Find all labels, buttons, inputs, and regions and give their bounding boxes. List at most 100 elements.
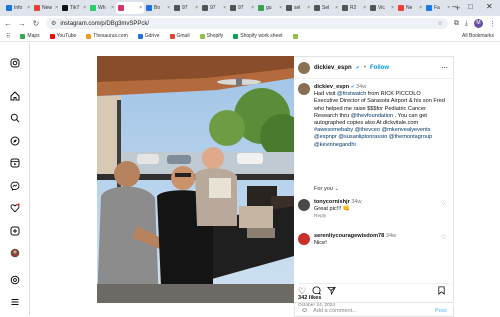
browser-tab[interactable]: TikT ×	[60, 2, 88, 14]
bookmark-favicon-icon	[49, 33, 55, 39]
bookmark-star-icon[interactable]: ☆	[438, 20, 443, 27]
notifications-icon[interactable]	[9, 202, 21, 214]
bookmark-item[interactable]: Thesaurus.com	[86, 33, 128, 39]
instagram-logo-icon[interactable]	[9, 57, 21, 69]
search-icon[interactable]	[9, 112, 21, 124]
post-comment-button[interactable]: Post	[435, 308, 447, 314]
bookmark-item[interactable]: Gdrive	[137, 33, 160, 39]
tab-label: sel	[294, 5, 301, 11]
browser-tab[interactable]: Fa ×	[424, 2, 452, 14]
share-icon[interactable]	[327, 286, 336, 297]
threads-icon[interactable]	[9, 274, 21, 286]
tab-favicon-icon	[62, 5, 68, 11]
add-comment-input[interactable]: Add a comment...	[313, 308, 357, 314]
tab-close-icon[interactable]: ×	[251, 5, 254, 11]
tab-close-icon[interactable]: ×	[335, 5, 338, 11]
tab-close-icon[interactable]: ×	[55, 5, 58, 11]
follow-button[interactable]: Follow	[370, 65, 389, 71]
tab-close-icon[interactable]: ×	[83, 5, 86, 11]
save-icon[interactable]	[437, 286, 446, 297]
tab-close-icon[interactable]: ×	[447, 5, 450, 11]
caption-username[interactable]: dickiev_espn	[314, 84, 349, 90]
commenter-avatar[interactable]	[298, 233, 310, 245]
bookmark-item[interactable]: Shopify work sheet	[233, 33, 283, 39]
more-options-icon[interactable]: ⋯	[441, 64, 448, 72]
menu-icon[interactable]	[9, 296, 21, 308]
bookmark-label: YouTube	[56, 33, 77, 39]
bookmark-item[interactable]: Gmail	[169, 33, 190, 39]
forward-icon[interactable]: →	[18, 19, 26, 28]
author-avatar[interactable]	[298, 61, 310, 74]
for-you-label[interactable]: For you ⌄	[314, 186, 339, 192]
comment-username[interactable]: tonycornishjr	[314, 199, 350, 205]
tab-favicon-icon	[398, 5, 404, 11]
messenger-icon[interactable]	[9, 180, 21, 192]
bookmark-item[interactable]	[292, 33, 300, 39]
mention-link[interactable]: @firstwatch	[337, 91, 366, 97]
reload-icon[interactable]: ↻	[32, 19, 40, 28]
more-menu-icon[interactable]: ⋮	[489, 20, 496, 28]
browser-tab[interactable]: ×	[116, 2, 144, 14]
tab-close-icon[interactable]: ×	[167, 5, 170, 11]
tab-close-icon[interactable]: ×	[195, 5, 198, 11]
home-icon[interactable]	[9, 90, 21, 102]
browser-tab[interactable]: R2 ×	[340, 2, 368, 14]
extensions-icon[interactable]: ⧉	[454, 20, 459, 28]
back-icon[interactable]: ←	[4, 19, 12, 28]
likes-count[interactable]: 342 likes	[298, 295, 321, 301]
tab-close-icon[interactable]: ×	[27, 5, 30, 11]
browser-tab[interactable]: Vic ×	[368, 2, 396, 14]
profile-icon[interactable]	[9, 247, 21, 259]
tab-favicon-icon	[202, 5, 208, 11]
bookmark-item[interactable]: Maps	[20, 33, 40, 39]
mention-link[interactable]: @thevfoundation	[351, 113, 393, 119]
browser-tab[interactable]: sel ×	[284, 2, 312, 14]
browser-tab[interactable]: 97 ×	[200, 2, 228, 14]
tab-close-icon[interactable]: ×	[307, 5, 310, 11]
profile-avatar[interactable]: M	[474, 19, 483, 28]
close-window-icon[interactable]: ✕	[486, 2, 493, 11]
tab-close-icon[interactable]: ×	[419, 5, 422, 11]
browser-tab[interactable]: gu ×	[256, 2, 284, 14]
like-comment-icon[interactable]: ♡	[441, 235, 446, 242]
address-bar[interactable]: ⚙ instagram.com/p/DBg3mvSPPck/ ☆	[46, 18, 448, 29]
caption-avatar[interactable]	[298, 83, 310, 95]
all-bookmarks-button[interactable]: All Bookmarks	[462, 33, 494, 39]
tab-close-icon[interactable]: ×	[363, 5, 366, 11]
post-photo[interactable]	[97, 56, 294, 303]
reply-link[interactable]: Reply	[314, 214, 326, 219]
downloads-icon[interactable]: ⤓	[465, 20, 468, 28]
tab-label: Info	[14, 5, 23, 11]
browser-tab[interactable]: Sel ×	[312, 2, 340, 14]
emoji-icon[interactable]: ☺	[301, 307, 308, 314]
author-username[interactable]: dickiev_espn	[314, 65, 352, 71]
site-info-icon[interactable]: ⚙	[51, 20, 56, 27]
reels-icon[interactable]	[9, 157, 21, 169]
bookmark-item[interactable]: Shopify	[199, 33, 223, 39]
tab-label: Vic	[378, 5, 385, 11]
maximize-window-icon[interactable]: □	[468, 2, 473, 11]
tab-close-icon[interactable]: ×	[111, 5, 114, 11]
browser-tab[interactable]: Ne ×	[396, 2, 424, 14]
tab-close-icon[interactable]: ×	[279, 5, 282, 11]
tab-close-icon[interactable]: ×	[139, 5, 142, 11]
browser-tab[interactable]: Info ×	[4, 2, 32, 14]
explore-icon[interactable]	[9, 135, 21, 147]
like-comment-icon[interactable]: ♡	[441, 201, 446, 208]
create-icon[interactable]	[9, 225, 21, 237]
post-viewer: dickiev_espn ✔ • Follow ⋯ dickiev_espn ✔…	[30, 43, 500, 317]
browser-tab[interactable]: 97 ×	[172, 2, 200, 14]
browser-tab[interactable]: Bo ×	[144, 2, 172, 14]
hashtag-link[interactable]: #awesomebaby	[314, 127, 353, 133]
caption-time: 34w	[356, 84, 367, 90]
apps-icon[interactable]: ⠿	[6, 33, 10, 40]
minimize-window-icon[interactable]: –	[452, 2, 456, 11]
comment-username[interactable]: serenitycouragewisdom78	[314, 233, 384, 239]
tab-close-icon[interactable]: ×	[223, 5, 226, 11]
commenter-avatar[interactable]	[298, 199, 310, 211]
browser-tab[interactable]: New ×	[32, 2, 60, 14]
browser-tab[interactable]: Wh ×	[88, 2, 116, 14]
browser-tab[interactable]: 97 ×	[228, 2, 256, 14]
bookmark-item[interactable]: YouTube	[49, 33, 77, 39]
tab-close-icon[interactable]: ×	[391, 5, 394, 11]
